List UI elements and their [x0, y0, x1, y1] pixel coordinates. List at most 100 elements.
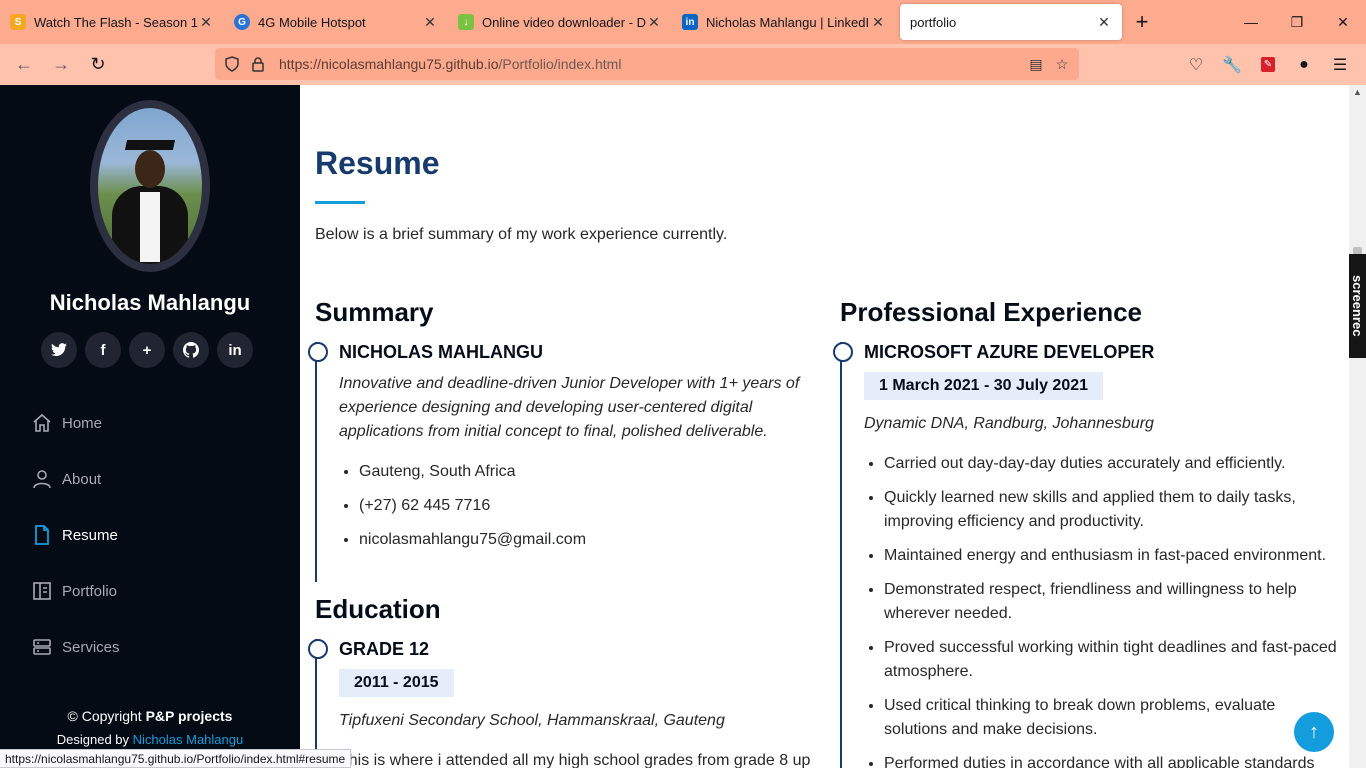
- facebook-icon[interactable]: f: [85, 332, 121, 368]
- close-tab-icon[interactable]: ✕: [1096, 14, 1112, 31]
- status-bar: https://nicolasmahlangu75.github.io/Port…: [0, 749, 352, 768]
- experience-company: Dynamic DNA, Randburg, Johannesburg: [864, 415, 1154, 432]
- globe-favicon-icon: G: [234, 14, 250, 30]
- contact-phone: (+27) 62 445 7716: [359, 494, 815, 518]
- arrow-favicon-icon: ↓: [458, 14, 474, 30]
- window-controls: — ❐ ✕: [1228, 0, 1366, 44]
- close-tab-icon[interactable]: ✕: [198, 14, 214, 31]
- nav-label: Portfolio: [62, 582, 118, 600]
- nav-label: Services: [62, 638, 120, 656]
- linkedin-icon[interactable]: in: [217, 332, 253, 368]
- tab-title: portfolio: [910, 14, 957, 30]
- server-icon: [32, 637, 52, 657]
- url-path: /Portfolio/index.html: [498, 56, 622, 72]
- restore-icon[interactable]: ❐: [1274, 0, 1320, 44]
- nav-label: Home: [62, 414, 103, 432]
- contact-email: nicolasmahlangu75@gmail.com: [359, 528, 815, 552]
- scroll-up-icon[interactable]: ▲: [1353, 87, 1362, 97]
- sidebar: Nicholas Mahlangu f + in Home About Resu…: [0, 85, 300, 768]
- summary-name: NICHOLAS MAHLANGU: [339, 342, 543, 362]
- forward-icon[interactable]: →: [43, 49, 79, 81]
- browser-tab-active[interactable]: portfolio ✕: [900, 4, 1122, 40]
- experience-item: MICROSOFT AZURE DEVELOPER 1 March 2021 -…: [833, 342, 1340, 768]
- vpn-extension-icon[interactable]: ●: [1286, 56, 1322, 74]
- close-window-icon[interactable]: ✕: [1320, 0, 1366, 44]
- summary-heading: Summary: [315, 297, 434, 327]
- duty-item: Quickly learned new skills and applied t…: [884, 486, 1340, 534]
- url-host: https://nicolasmahlangu75.github.io: [279, 56, 499, 72]
- back-to-top-button[interactable]: ↑: [1294, 712, 1334, 752]
- browser-tab[interactable]: S Watch The Flash - Season 1 Onl ✕: [0, 4, 224, 40]
- home-icon: [32, 413, 52, 433]
- tab-title: Nicholas Mahlangu | LinkedIn: [706, 14, 870, 30]
- nav-item-resume[interactable]: Resume: [0, 507, 300, 563]
- nav-label: Resume: [62, 526, 118, 544]
- credits: Designed by Nicholas Mahlangu: [0, 732, 300, 747]
- new-tab-button[interactable]: +: [1122, 4, 1162, 40]
- wrench-icon[interactable]: 🔧: [1214, 55, 1250, 75]
- book-icon: [32, 581, 52, 601]
- toolbar-icons: ♡ 🔧 ✎ ● ☰: [1178, 44, 1358, 85]
- resume-section: Resume Below is a brief summary of my wo…: [300, 85, 1349, 768]
- twitter-icon[interactable]: [41, 332, 77, 368]
- nav-item-portfolio[interactable]: Portfolio: [0, 563, 300, 619]
- nav-toolbar: ← → ↻ https://nicolasmahlangu75.github.i…: [0, 44, 1366, 85]
- contact-list: Gauteng, South Africa (+27) 62 445 7716 …: [339, 460, 815, 552]
- github-icon[interactable]: [173, 332, 209, 368]
- reader-view-icon[interactable]: ▤: [1023, 56, 1049, 73]
- duty-item: Used critical thinking to break down pro…: [884, 694, 1340, 742]
- reload-icon[interactable]: ↻: [80, 49, 116, 81]
- browser-tab[interactable]: ↓ Online video downloader - Dow ✕: [448, 4, 672, 40]
- duty-item: Proved successful working within tight d…: [884, 636, 1340, 684]
- close-tab-icon[interactable]: ✕: [422, 14, 438, 31]
- education-title: GRADE 12: [339, 639, 430, 659]
- lock-icon[interactable]: [245, 56, 271, 72]
- pocket-icon[interactable]: ♡: [1178, 55, 1214, 75]
- sidebar-footer: © Copyright P&P projects Designed by Nic…: [0, 708, 300, 747]
- back-icon[interactable]: ←: [6, 49, 42, 81]
- document-icon: [32, 525, 52, 545]
- browser-tab[interactable]: G 4G Mobile Hotspot ✕: [224, 4, 448, 40]
- person-icon: [32, 469, 52, 489]
- shield-icon[interactable]: [219, 56, 245, 72]
- duty-item: Carried out day-day-day duties accuratel…: [884, 452, 1340, 476]
- pdf-extension-icon[interactable]: ✎: [1250, 57, 1286, 72]
- education-school: Tipfuxeni Secondary School, Hammanskraal…: [339, 712, 725, 729]
- tab-title: 4G Mobile Hotspot: [258, 14, 366, 30]
- browser-tab[interactable]: in Nicholas Mahlangu | LinkedIn ✕: [672, 4, 896, 40]
- experience-dates: 1 March 2021 - 30 July 2021: [864, 372, 1104, 400]
- url-bar[interactable]: https://nicolasmahlangu75.github.io/Port…: [215, 48, 1079, 80]
- designer-link[interactable]: Nicholas Mahlangu: [133, 732, 244, 747]
- close-tab-icon[interactable]: ✕: [870, 14, 886, 31]
- brand-text: P&P projects: [145, 708, 233, 724]
- education-heading: Education: [315, 594, 441, 624]
- minimize-icon[interactable]: —: [1228, 0, 1274, 44]
- tab-title: Online video downloader - Dow: [482, 14, 646, 30]
- nav-item-about[interactable]: About: [0, 451, 300, 507]
- education-item: GRADE 12 2011 - 2015 Tipfuxeni Secondary…: [308, 639, 815, 768]
- bookmark-star-icon[interactable]: ☆: [1049, 56, 1075, 73]
- education-dates: 2011 - 2015: [339, 669, 454, 697]
- copyright-text: © Copyright: [67, 708, 142, 724]
- nav-item-home[interactable]: Home: [0, 395, 300, 451]
- profile-name: Nicholas Mahlangu: [49, 290, 251, 315]
- resume-right-column: Professional Experience MICROSOFT AZURE …: [833, 297, 1340, 768]
- summary-bio: Innovative and deadline-driven Junior De…: [339, 375, 800, 440]
- nav-item-services[interactable]: Services: [0, 619, 300, 675]
- url-text[interactable]: https://nicolasmahlangu75.github.io/Port…: [279, 56, 1023, 72]
- page-scrollbar[interactable]: ▲: [1349, 85, 1366, 768]
- plus-icon[interactable]: +: [129, 332, 165, 368]
- tab-strip: S Watch The Flash - Season 1 Onl ✕ G 4G …: [0, 0, 1366, 44]
- summary-item: NICHOLAS MAHLANGU Innovative and deadlin…: [308, 342, 815, 582]
- contact-location: Gauteng, South Africa: [359, 460, 815, 484]
- experience-heading: Professional Experience: [840, 297, 1143, 327]
- copyright: © Copyright P&P projects: [0, 708, 300, 724]
- close-tab-icon[interactable]: ✕: [646, 14, 662, 31]
- experience-title: MICROSOFT AZURE DEVELOPER: [864, 342, 1155, 362]
- title-underline: [315, 201, 365, 204]
- screenrec-widget[interactable]: screenrec: [1349, 254, 1366, 358]
- section-title: Resume: [315, 145, 440, 181]
- s-favicon-icon: S: [10, 14, 26, 30]
- menu-icon[interactable]: ☰: [1322, 55, 1358, 75]
- nav-label: About: [62, 470, 102, 488]
